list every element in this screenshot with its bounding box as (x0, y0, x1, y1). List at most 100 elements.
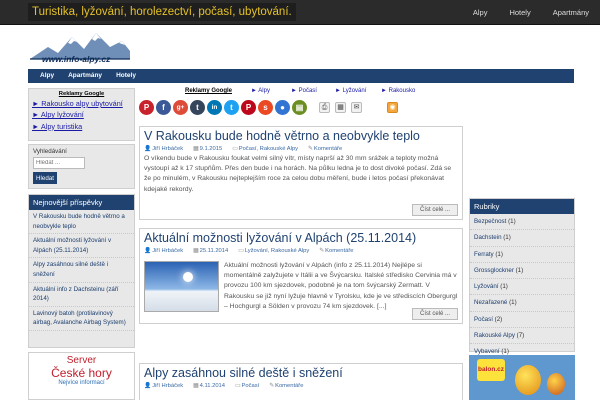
search-input[interactable] (33, 157, 85, 169)
print-icon[interactable]: ⎙ (319, 102, 330, 113)
post-categories-value: Lyžování, Rakouské Alpy (244, 248, 310, 254)
delicious-icon[interactable]: ● (275, 100, 290, 115)
post-comments[interactable]: ✎Komentáře (269, 383, 303, 389)
calendar-icon: ▦ (193, 383, 199, 389)
balloon-image-2 (547, 373, 565, 395)
post-card: Alpy zasáhnou silné deště i sněžení 👤Jiř… (139, 363, 463, 400)
category-name: Dachstein (474, 234, 502, 242)
post-title[interactable]: Alpy zasáhnou silné deště i sněžení (140, 366, 462, 381)
ceske-hory-banner[interactable]: Server České hory Nejvíce informací (28, 352, 135, 400)
post-title[interactable]: V Rakousku bude hodně větrno a neobvykle… (140, 129, 462, 144)
banner-line-2: České hory (51, 366, 112, 380)
folder-icon: ▭ (232, 146, 238, 152)
category-name: Počasí (474, 315, 493, 323)
comment-icon: ✎ (308, 146, 313, 152)
category-item[interactable]: Bezpečnost (1) (470, 214, 574, 231)
google-plus-icon[interactable]: g+ (173, 100, 188, 115)
category-count: (1) (508, 218, 516, 225)
pdf-icon[interactable]: ▦ (335, 102, 346, 113)
ad-keyword-links: Reklamy Google ► Alpy ► Počasí ► Lyžován… (139, 88, 463, 96)
category-name: Ferraty (474, 250, 494, 258)
post-comments[interactable]: ✎Komentáře (319, 248, 353, 254)
ad-link-rakousko[interactable]: ► Rakousko alpy ubytování (32, 98, 131, 109)
keyword-alpy[interactable]: ► Alpy (251, 88, 270, 94)
search-label: Vyhledávání (33, 148, 67, 155)
folder-icon: ▭ (238, 248, 244, 254)
post-date-value: 9.1.2015 (199, 146, 223, 152)
ad-link-turistika[interactable]: ► Alpy turistika (32, 121, 131, 132)
category-name: Nezařazené (474, 299, 508, 307)
post-categories[interactable]: ▭Počasí (235, 383, 259, 389)
post-date: ▦9.1.2015 (193, 146, 222, 152)
post-categories[interactable]: ▭Lyžování, Rakouské Alpy (238, 248, 309, 254)
post-categories-value: Počasí (241, 383, 260, 389)
keyword-pocasi[interactable]: ► Počasí (291, 88, 317, 94)
category-item[interactable]: Ferraty (1) (470, 247, 574, 263)
linkedin-icon[interactable]: in (207, 100, 222, 115)
category-item[interactable]: Rakouské Alpy (7) (470, 328, 574, 345)
banner-line-1: Server (66, 355, 97, 366)
email-icon[interactable]: ✉ (351, 102, 362, 113)
read-more-button[interactable]: Číst celé ... (411, 204, 458, 216)
ad-link-lyzovani[interactable]: ► Alpy lyžování (32, 109, 131, 120)
top-nav-apartmany[interactable]: Apartmány (542, 0, 600, 25)
category-item[interactable]: Lyžování (1) (470, 279, 574, 296)
main-nav-hotely[interactable]: Hotely (109, 69, 143, 83)
google-ads-box: Reklamy Google ► Rakousko alpy ubytování… (28, 88, 135, 141)
print-friendly-icon[interactable]: ▤ (292, 100, 307, 115)
top-nav: Alpy Hotely Apartmány (462, 0, 600, 25)
category-count: (1) (495, 250, 503, 258)
post-meta: 👤Jiří Hrbáček ▦9.1.2015 ▭Počasí, Rakousk… (140, 144, 462, 154)
post-author[interactable]: 👤Jiří Hrbáček (144, 146, 183, 152)
category-item[interactable]: Grossglockner (1) (470, 263, 574, 280)
post-comments-value: Komentáře (325, 248, 354, 254)
post-comments-value: Komentáře (275, 383, 304, 389)
category-count: (1) (500, 283, 508, 291)
category-item[interactable]: Počasí (2) (470, 312, 574, 329)
rss-icon[interactable]: ◉ (387, 102, 398, 113)
post-author[interactable]: 👤Jiří Hrbáček (144, 383, 183, 389)
stumbleupon-icon[interactable]: s (258, 100, 273, 115)
search-button[interactable]: Hledat (33, 172, 57, 184)
ads-title[interactable]: Reklamy Google (32, 91, 131, 97)
sun-glare (183, 272, 193, 282)
logo-text[interactable]: www.info-alpy.cz (42, 54, 110, 64)
user-icon: 👤 (144, 248, 152, 254)
tumblr-icon[interactable]: t (190, 100, 205, 115)
post-comments[interactable]: ✎Komentáře (308, 146, 342, 152)
pinterest-icon[interactable]: P (139, 100, 154, 115)
recent-post-link[interactable]: Aktuální info z Dachsteinu (září 2014) (29, 283, 134, 307)
post-author-name: Jiří Hrbáček (152, 383, 184, 389)
recent-post-link[interactable]: V Rakousku bude hodně větrno a neobvykle… (29, 210, 134, 235)
keyword-lyzovani[interactable]: ► Lyžování (335, 88, 366, 94)
read-more-button[interactable]: Číst celé ... (411, 308, 458, 320)
ads-keyword-title[interactable]: Reklamy Google (185, 88, 232, 94)
top-nav-alpy[interactable]: Alpy (462, 0, 499, 25)
post-card: V Rakousku bude hodně větrno a neobvykle… (139, 126, 463, 220)
facebook-icon[interactable]: f (156, 100, 171, 115)
category-item[interactable]: Dachstein (1) (470, 230, 574, 247)
category-count: (1) (509, 299, 517, 307)
post-categories[interactable]: ▭Počasí, Rakouské Alpy (232, 146, 298, 152)
balloon-ad[interactable]: balon.cz (469, 355, 575, 400)
category-count: (7) (516, 332, 525, 340)
search-widget: Vyhledávání Hledat (28, 144, 135, 189)
category-item[interactable]: Nezařazené (1) (470, 295, 574, 312)
pinterest-icon-2[interactable]: P (241, 100, 256, 115)
post-title[interactable]: Aktuální možnosti lyžování v Alpách (25.… (140, 231, 462, 246)
twitter-icon[interactable]: t (224, 100, 239, 115)
recent-post-link[interactable]: Alpy zasáhnou silné deště i sněžení (29, 258, 134, 283)
main-nav-apartmany[interactable]: Apartmány (61, 69, 109, 83)
recent-post-link[interactable]: Lavinový batoh (protilavinový airbag, Av… (29, 307, 134, 331)
main-nav-alpy[interactable]: Alpy (28, 69, 61, 83)
post-thumbnail[interactable] (144, 261, 219, 312)
post-date-value: 4.11.2014 (199, 383, 225, 389)
post-author[interactable]: 👤Jiří Hrbáček (144, 248, 183, 254)
categories-widget: Rubriky Bezpečnost (1) Dachstein (1) Fer… (469, 198, 575, 361)
recent-post-link[interactable]: Aktuální možnosti lyžování v Alpách (25.… (29, 234, 134, 259)
keyword-rakousko[interactable]: ► Rakousko (381, 88, 415, 94)
top-bar: Turistika, lyžování, horolezectví, počas… (0, 0, 600, 25)
calendar-icon: ▦ (193, 146, 199, 152)
categories-title: Rubriky (470, 199, 574, 214)
top-nav-hotely[interactable]: Hotely (498, 0, 541, 25)
